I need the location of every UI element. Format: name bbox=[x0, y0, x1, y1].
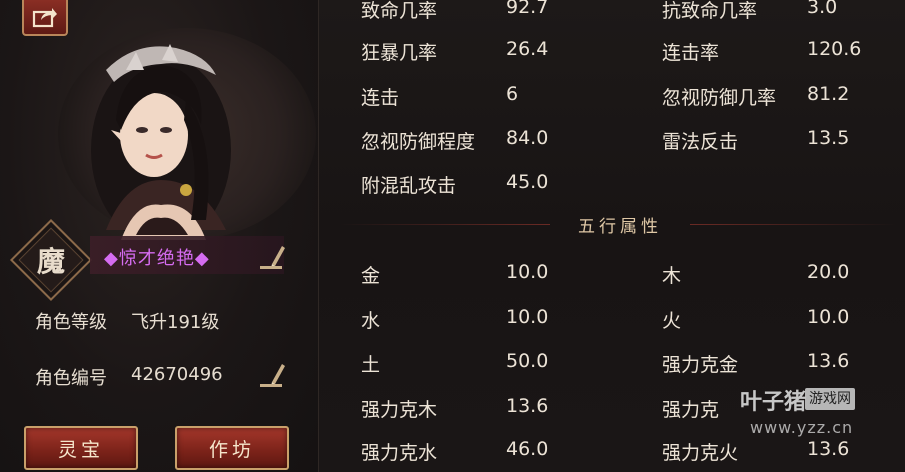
stat-label: 忽视防御程度 bbox=[361, 131, 476, 153]
stat-label: 强力克火 bbox=[662, 442, 739, 464]
character-portrait bbox=[91, 44, 231, 240]
faction-glyph: 魔 bbox=[36, 245, 65, 278]
stat-label: 强力克水 bbox=[361, 442, 438, 464]
stat-label: 连击率 bbox=[662, 42, 720, 64]
id-value: 42670496 bbox=[131, 364, 223, 385]
stat-label: 雷法反击 bbox=[662, 131, 739, 153]
stat-label: 连击 bbox=[361, 87, 400, 109]
stat-value: 46.0 bbox=[506, 438, 549, 460]
watermark-badge: 游戏网 bbox=[805, 388, 855, 410]
stat-value: 10.0 bbox=[807, 306, 850, 328]
share-icon bbox=[32, 8, 57, 28]
stat-value: 13.6 bbox=[807, 438, 850, 460]
stat-value: 13.6 bbox=[807, 350, 850, 372]
stat-label: 附混乱攻击 bbox=[361, 175, 457, 197]
stat-label: 忽视防御几率 bbox=[662, 87, 777, 109]
stat-value: 81.2 bbox=[807, 83, 850, 105]
stat-value: 13.5 bbox=[807, 127, 850, 149]
stat-value: 13.6 bbox=[506, 395, 549, 417]
section-title: 五行属性 bbox=[578, 217, 662, 237]
stat-label: 致命几率 bbox=[361, 0, 438, 22]
stat-value: 92.7 bbox=[506, 0, 549, 18]
stat-label: 金 bbox=[361, 265, 381, 287]
stat-value: 3.0 bbox=[807, 0, 838, 18]
zuofang-button[interactable]: 作坊 bbox=[175, 426, 289, 470]
stat-value: 20.0 bbox=[807, 261, 850, 283]
watermark-name: 叶子猪 bbox=[740, 390, 807, 415]
edit-title-icon[interactable] bbox=[258, 240, 288, 270]
stat-value: 45.0 bbox=[506, 171, 549, 193]
watermark-url: www.yzz.cn bbox=[750, 418, 854, 437]
id-label: 角色编号 bbox=[35, 368, 107, 389]
stat-value: 10.0 bbox=[506, 306, 549, 328]
stat-label: 木 bbox=[662, 265, 682, 287]
lingbao-button[interactable]: 灵宝 bbox=[24, 426, 138, 470]
stat-value: 84.0 bbox=[506, 127, 549, 149]
character-title: ◆惊才绝艳◆ bbox=[104, 248, 210, 269]
stat-label: 强力克 bbox=[662, 399, 720, 421]
level-value: 飞升191级 bbox=[131, 312, 220, 333]
five-elements-header: 五行属性 bbox=[340, 208, 896, 242]
stat-value: 50.0 bbox=[506, 350, 549, 372]
stat-value: 26.4 bbox=[506, 38, 549, 60]
stat-label: 水 bbox=[361, 310, 381, 332]
stat-label: 抗致命几率 bbox=[662, 0, 758, 22]
stat-label: 强力克金 bbox=[662, 354, 739, 376]
level-label: 角色等级 bbox=[35, 312, 107, 333]
stat-label: 土 bbox=[361, 354, 381, 376]
stat-value: 10.0 bbox=[506, 261, 549, 283]
stat-label: 狂暴几率 bbox=[361, 42, 438, 64]
stat-label: 火 bbox=[662, 310, 682, 332]
share-button[interactable] bbox=[22, 0, 68, 36]
stat-value: 6 bbox=[506, 83, 519, 105]
stat-value: 120.6 bbox=[807, 38, 862, 60]
edit-id-icon[interactable] bbox=[258, 358, 288, 388]
stat-label: 强力克木 bbox=[361, 399, 438, 421]
